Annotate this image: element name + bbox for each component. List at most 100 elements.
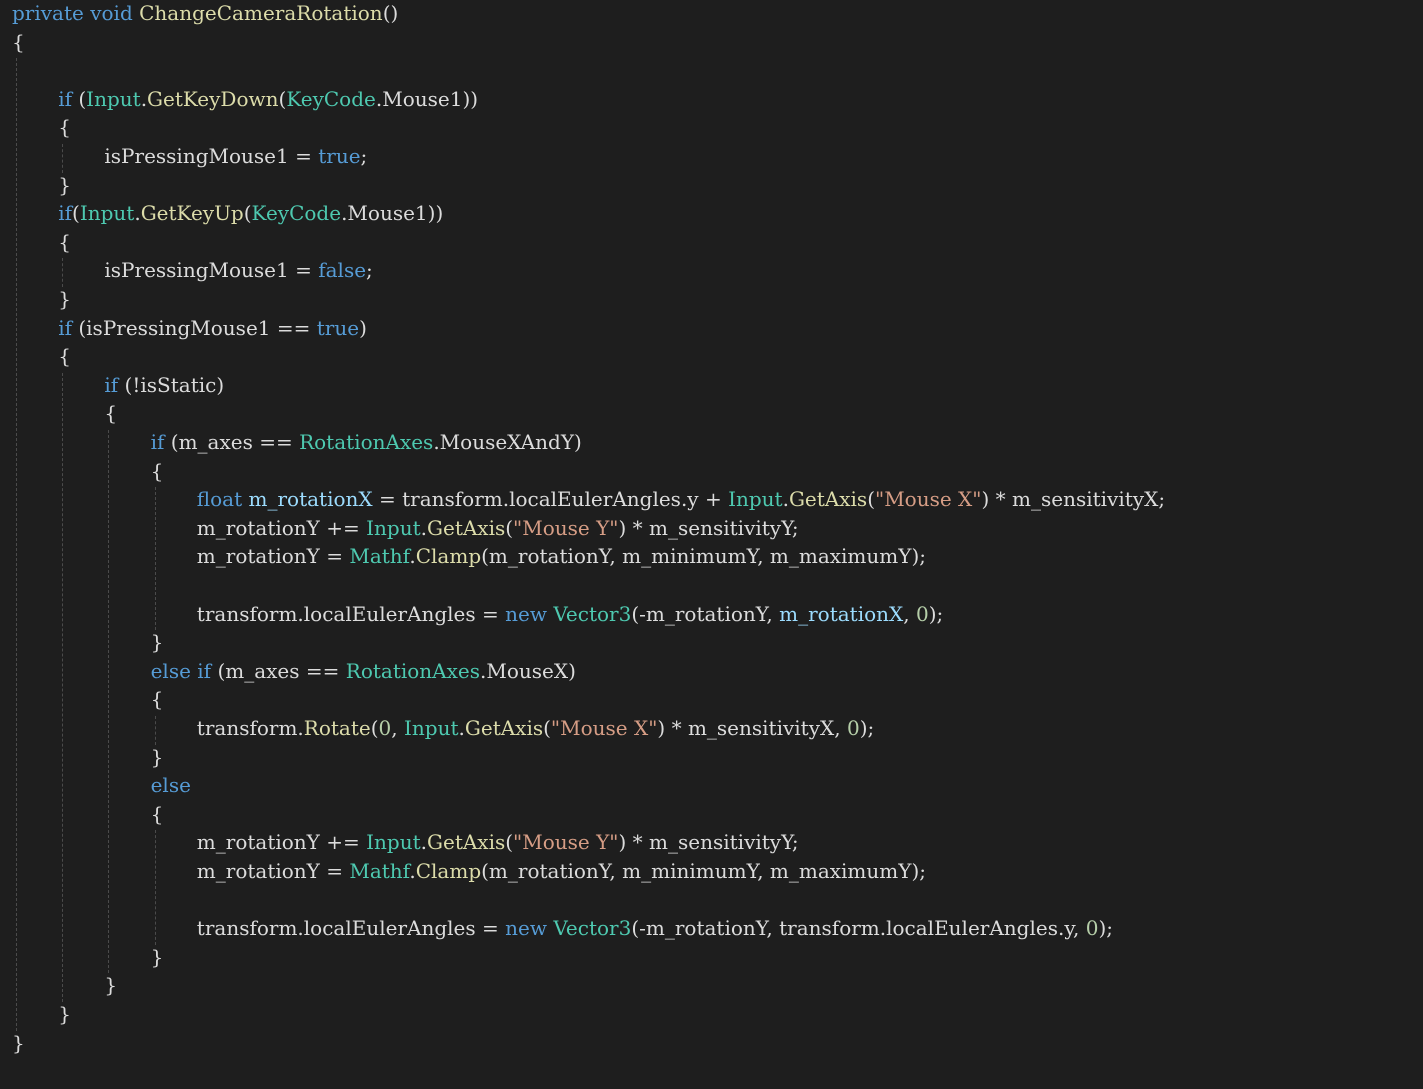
code-line[interactable]: } (58, 171, 71, 200)
code-token: } (150, 744, 164, 769)
code-token: Mathf (349, 859, 410, 883)
code-token: { (58, 344, 71, 369)
code-token: "Mouse X" (875, 487, 982, 512)
code-token: ( (505, 515, 514, 540)
code-line[interactable]: { (151, 457, 164, 486)
code-line[interactable]: { (151, 800, 164, 829)
code-token: Mathf (349, 544, 410, 569)
code-token: ) * m_sensitivityY; (618, 515, 799, 540)
code-token: new (505, 601, 547, 626)
code-token: ); (928, 601, 944, 626)
code-token: () (382, 1, 399, 25)
code-token: , (391, 716, 404, 740)
code-line[interactable]: m_rotationY = Mathf.Clamp(m_rotationY, m… (197, 542, 926, 571)
code-line[interactable]: { (58, 228, 71, 257)
code-token: } (150, 944, 164, 969)
code-token: Clamp (415, 544, 482, 569)
code-line[interactable]: } (58, 1000, 71, 1029)
code-token: (m_rotationY, m_minimumY, m_maximumY); (481, 859, 926, 883)
code-token: ) * m_sensitivityX, (657, 716, 847, 740)
code-token: .Mouse1)) (341, 201, 444, 226)
code-line[interactable]: } (151, 628, 164, 657)
code-token: void (90, 1, 133, 25)
code-line[interactable]: private void ChangeCameraRotation() (12, 0, 398, 28)
code-token: private (12, 1, 84, 25)
code-line[interactable]: { (151, 685, 164, 714)
code-token: { (104, 401, 118, 426)
code-line[interactable]: } (58, 285, 71, 314)
code-token: ( (243, 201, 252, 226)
code-token: if (58, 86, 72, 111)
indent-guide (62, 372, 64, 1002)
code-token: GetAxis (427, 830, 506, 855)
code-line[interactable]: { (104, 399, 117, 428)
code-token: if (104, 372, 119, 397)
code-token: ; (366, 258, 373, 283)
indent-guide (16, 58, 17, 1031)
code-token: { (12, 29, 25, 54)
code-line[interactable]: if (m_axes == RotationAxes.MouseXAndY) (151, 428, 582, 457)
code-token: "Mouse Y" (513, 830, 619, 855)
code-token: 0 (378, 716, 392, 740)
code-token: Rotate (303, 716, 371, 740)
code-line[interactable]: if (isPressingMouse1 == true) (58, 314, 367, 343)
code-line[interactable]: m_rotationY += Input.GetAxis("Mouse Y") … (197, 828, 799, 857)
code-line[interactable]: else (151, 771, 191, 800)
code-token: GetAxis (464, 716, 544, 740)
code-token: ChangeCameraRotation (139, 1, 383, 25)
code-token: if (58, 315, 72, 340)
code-token: { (150, 687, 164, 712)
code-token: { (58, 229, 71, 254)
code-line[interactable]: { (58, 113, 71, 142)
code-line[interactable]: isPressingMouse1 = false; (104, 256, 372, 285)
code-line[interactable]: transform.Rotate(0, Input.GetAxis("Mouse… (197, 714, 874, 743)
code-token: Input (366, 830, 421, 855)
code-line[interactable]: } (151, 743, 164, 772)
code-line[interactable]: if (Input.GetKeyDown(KeyCode.Mouse1)) (58, 85, 478, 114)
code-token: KeyCode (251, 201, 342, 226)
code-token: new (505, 916, 547, 941)
code-token: m_rotationX (248, 487, 373, 512)
code-editor[interactable]: private void ChangeCameraRotation(){if (… (0, 0, 1423, 1089)
code-token: m_rotationY = (196, 859, 350, 883)
code-line[interactable]: { (58, 342, 71, 371)
code-token: (-m_rotationY, (631, 601, 780, 626)
code-line[interactable]: { (12, 28, 25, 57)
code-token: Input (366, 515, 421, 540)
code-line[interactable]: float m_rotationX = transform.localEuler… (197, 485, 1165, 514)
code-line[interactable]: m_rotationY = Mathf.Clamp(m_rotationY, m… (197, 857, 926, 886)
code-token: 0 (915, 601, 929, 626)
code-line[interactable]: if(Input.GetKeyUp(KeyCode.Mouse1)) (58, 199, 443, 228)
code-token: Input (728, 487, 783, 512)
code-token: ( (370, 716, 379, 740)
code-token: m_rotationY += (196, 515, 367, 540)
code-line[interactable]: isPressingMouse1 = true; (104, 142, 367, 171)
code-token: { (150, 458, 164, 483)
code-token: (-m_rotationY, transform.localEulerAngle… (631, 916, 1086, 941)
code-token: Input (404, 716, 459, 740)
code-token: isPressingMouse1 = (104, 144, 319, 168)
code-token: true (316, 315, 360, 340)
code-token: Vector3 (553, 601, 632, 626)
code-token: .MouseX) (480, 658, 576, 683)
code-line[interactable]: m_rotationY += Input.GetAxis("Mouse Y") … (197, 514, 799, 543)
code-line[interactable]: } (104, 971, 117, 1000)
code-token: else if (150, 658, 212, 683)
code-token: ( (867, 487, 875, 512)
code-line[interactable]: } (151, 943, 164, 972)
code-token: = transform.localEulerAngles.y + (372, 487, 729, 512)
code-token: GetAxis (788, 487, 868, 512)
code-token: } (12, 1030, 25, 1055)
indent-guide (108, 430, 110, 974)
indent-guide (62, 258, 64, 287)
code-token: , (903, 601, 916, 626)
code-line[interactable]: transform.localEulerAngles = new Vector3… (197, 914, 1113, 943)
code-token: .MouseXAndY) (433, 430, 582, 454)
code-line[interactable]: else if (m_axes == RotationAxes.MouseX) (151, 657, 576, 686)
code-token: m_rotationY = (196, 544, 350, 569)
code-token: GetKeyDown (147, 86, 279, 111)
indent-guide (154, 830, 156, 945)
code-line[interactable]: if (!isStatic) (104, 371, 224, 400)
code-line[interactable]: transform.localEulerAngles = new Vector3… (197, 600, 943, 629)
code-line[interactable]: } (12, 1029, 25, 1058)
